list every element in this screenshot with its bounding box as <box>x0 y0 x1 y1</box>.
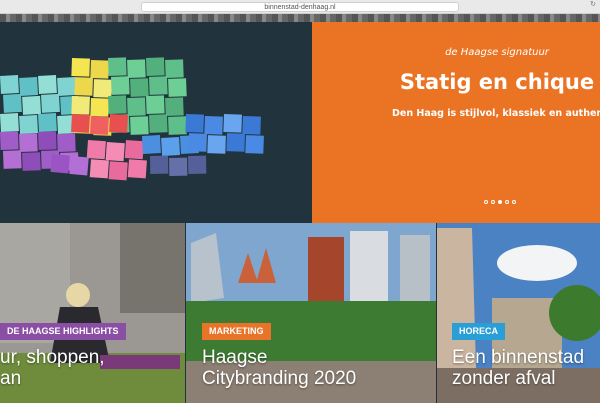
sticky-note <box>90 97 109 117</box>
card-tag: MARKETING <box>202 323 271 340</box>
sticky-note <box>148 114 168 133</box>
sticky-note <box>124 139 144 160</box>
hero-slide[interactable]: de Haagse signatuur Statig en chique Den… <box>312 22 600 223</box>
sticky-note <box>130 116 149 135</box>
sticky-note <box>169 157 188 176</box>
sticky-note <box>2 93 22 113</box>
sticky-note <box>188 155 207 174</box>
slide-pagination <box>484 200 516 204</box>
sticky-note <box>168 116 187 135</box>
slide-dot[interactable] <box>491 200 495 204</box>
card-title-line1: Een binnenstad <box>452 347 585 368</box>
card-tag: DE HAAGSE HIGHLIGHTS <box>0 323 126 340</box>
sticky-note <box>150 155 169 174</box>
sticky-note <box>245 135 264 154</box>
card-title-line2: Citybranding 2020 <box>202 368 357 389</box>
sticky-note <box>71 57 90 77</box>
sticky-note <box>185 113 204 133</box>
sticky-note <box>142 135 161 154</box>
sticky-note <box>71 114 90 133</box>
sticky-note <box>242 115 261 135</box>
sticky-note <box>19 115 39 134</box>
sticky-note <box>69 155 89 176</box>
address-bar[interactable]: binnenstad-denhaag.nl <box>141 2 459 12</box>
browser-toolbar: binnenstad-denhaag.nl ↻ <box>0 0 600 14</box>
sticky-note <box>107 57 127 76</box>
sticky-note <box>105 141 125 162</box>
sticky-note <box>0 131 19 150</box>
card-title-line1: Haagse <box>202 347 268 368</box>
sticky-note <box>130 78 149 97</box>
header-image-strip <box>0 14 600 22</box>
sticky-note <box>226 133 245 152</box>
card-photo-woman-reading <box>0 223 185 403</box>
sticky-note <box>2 150 22 169</box>
hero-title: Statig en chique <box>399 70 595 94</box>
sticky-note <box>127 159 147 179</box>
sticky-note <box>90 59 109 79</box>
card-horeca[interactable]: HORECA Een binnenstad zonder afval <box>437 223 600 403</box>
sticky-note <box>38 131 57 150</box>
slide-dot[interactable] <box>512 200 516 204</box>
card-title-line2: an <box>0 368 22 389</box>
sticky-note <box>19 77 39 96</box>
sticky-note <box>165 97 184 116</box>
sticky-note <box>223 114 242 133</box>
sticky-note <box>40 93 60 113</box>
card-title-line1: ur, shoppen, <box>0 347 105 368</box>
hero-sticky-notes-image <box>0 22 312 223</box>
card-title-line2: zonder afval <box>452 368 556 389</box>
sticky-note <box>165 59 184 78</box>
sticky-note <box>38 75 57 94</box>
card-tag: HORECA <box>452 323 506 340</box>
sticky-note <box>204 115 223 135</box>
sticky-note <box>0 75 19 94</box>
sticky-note <box>148 76 168 95</box>
sticky-note <box>109 114 128 133</box>
sticky-note <box>146 95 165 114</box>
sticky-note <box>207 135 226 154</box>
card-marketing[interactable]: MARKETING Haagse Citybranding 2020 <box>186 223 436 403</box>
sticky-note <box>57 133 76 152</box>
sticky-note <box>161 137 181 156</box>
hero-subtitle: Den Haag is stijlvol, klassiek en authen… <box>392 108 600 119</box>
sticky-note <box>0 113 19 132</box>
sticky-note <box>22 95 42 115</box>
slide-dot[interactable] <box>484 200 488 204</box>
sticky-notes-illustration <box>0 57 264 181</box>
sticky-note <box>74 77 93 96</box>
slide-dot-active[interactable] <box>498 200 502 204</box>
sticky-note <box>89 159 109 179</box>
sticky-note <box>110 76 130 95</box>
sticky-note <box>127 97 146 116</box>
hero-kicker: de Haagse signatuur <box>445 47 549 58</box>
sticky-note <box>168 78 187 97</box>
sticky-note <box>19 133 38 152</box>
sticky-note <box>108 95 127 114</box>
sticky-note <box>38 113 57 132</box>
sticky-note <box>108 161 128 181</box>
sticky-note <box>57 77 77 96</box>
sticky-note <box>146 57 165 76</box>
slide-dot[interactable] <box>505 200 509 204</box>
card-haagse-highlights[interactable]: DE HAAGSE HIGHLIGHTS ur, shoppen, an <box>0 223 185 403</box>
sticky-note <box>86 140 106 160</box>
sticky-note <box>50 153 70 174</box>
reload-icon[interactable]: ↻ <box>590 0 596 8</box>
sticky-note <box>71 96 90 115</box>
sticky-note <box>127 59 146 78</box>
sticky-note <box>89 115 109 135</box>
sticky-note <box>188 133 207 152</box>
sticky-note <box>22 152 41 171</box>
sticky-note <box>93 79 112 98</box>
